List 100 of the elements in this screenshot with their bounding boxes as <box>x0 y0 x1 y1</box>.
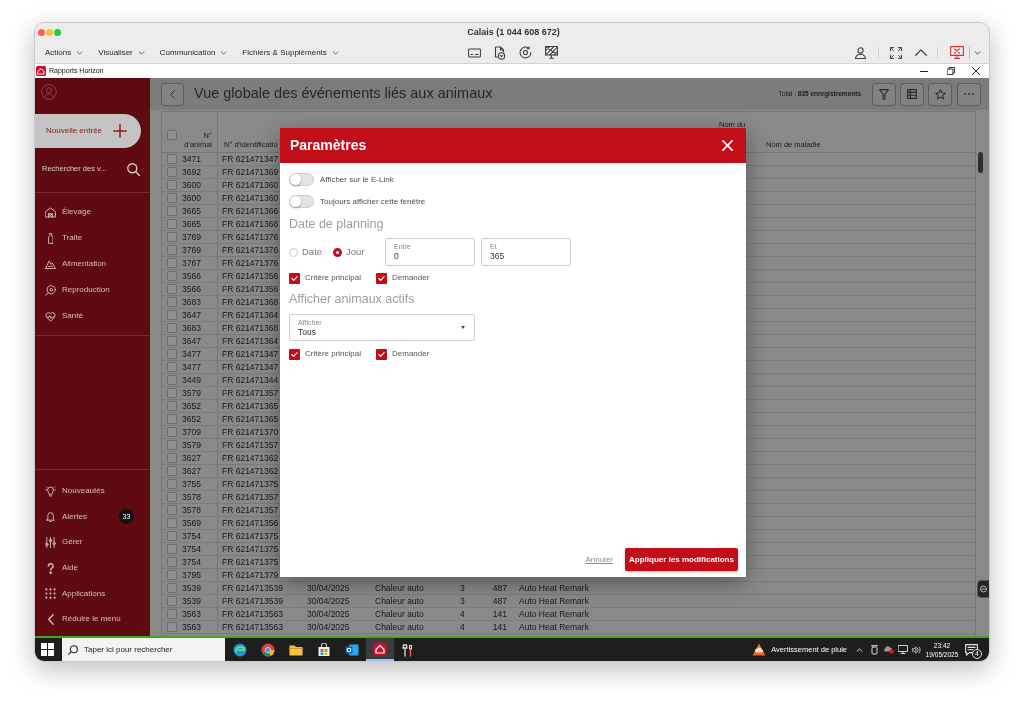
cloud-error-icon[interactable] <box>884 645 894 654</box>
table-cell: Chaleur auto <box>375 607 424 621</box>
card-icon[interactable] <box>468 47 481 58</box>
chevron-down-icon[interactable] <box>974 50 981 55</box>
checkbox[interactable] <box>289 272 300 284</box>
row-checkbox[interactable] <box>167 609 177 619</box>
row-checkbox[interactable] <box>167 362 177 372</box>
row-checkbox[interactable] <box>167 505 177 515</box>
row-checkbox[interactable] <box>167 427 177 437</box>
minimize-icon[interactable] <box>920 70 928 72</box>
monitor-icon[interactable] <box>898 645 908 654</box>
apply-button[interactable]: Appliquer les modifications <box>625 548 738 571</box>
sidebar-item[interactable]: Réduire le menu <box>35 606 150 632</box>
row-checkbox[interactable] <box>167 492 177 502</box>
row-checkbox[interactable] <box>167 219 177 229</box>
row-checkbox[interactable] <box>167 180 177 190</box>
row-checkbox[interactable] <box>167 271 177 281</box>
toggle-switch[interactable] <box>289 173 314 186</box>
row-checkbox[interactable] <box>167 440 177 450</box>
row-checkbox[interactable] <box>167 557 177 567</box>
row-checkbox[interactable] <box>167 466 177 476</box>
row-checkbox[interactable] <box>167 245 177 255</box>
row-checkbox[interactable] <box>167 583 177 593</box>
expand-icon[interactable] <box>890 46 902 59</box>
row-checkbox[interactable] <box>167 401 177 411</box>
speaker-icon[interactable] <box>912 645 921 654</box>
select-all-checkbox[interactable] <box>167 130 177 140</box>
row-checkbox[interactable] <box>167 167 177 177</box>
checkbox[interactable] <box>289 348 300 360</box>
toggle-switch[interactable] <box>289 195 314 208</box>
checkbox[interactable] <box>376 272 387 284</box>
restore-icon[interactable] <box>947 67 955 75</box>
sidebar-item[interactable]: Gérer <box>35 529 150 556</box>
chevron-up-icon[interactable] <box>915 49 927 56</box>
circular-arrow-icon[interactable] <box>519 46 532 59</box>
row-checkbox[interactable] <box>167 193 177 203</box>
device-icon[interactable] <box>871 644 878 655</box>
sidebar-item[interactable]: Applications <box>35 580 150 607</box>
window-minimize-icon[interactable] <box>46 29 53 36</box>
search-icon[interactable] <box>127 162 140 176</box>
window-close-icon[interactable] <box>38 29 45 36</box>
table-cell: Auto Heat Remark <box>519 594 589 608</box>
sidebar-item[interactable]: Traite <box>35 225 150 251</box>
sidebar-item[interactable]: Reproduction <box>35 277 150 303</box>
table-cell: FR 621471376 <box>222 256 279 270</box>
row-checkbox[interactable] <box>167 375 177 385</box>
window-zoom-icon[interactable] <box>54 29 61 36</box>
close-icon[interactable] <box>972 67 980 75</box>
row-checkbox[interactable] <box>167 453 177 463</box>
row-checkbox[interactable] <box>167 388 177 398</box>
sidebar-item[interactable]: Nouveautés <box>35 478 150 505</box>
row-checkbox[interactable] <box>167 479 177 489</box>
person-icon[interactable] <box>854 46 867 59</box>
favorite-button[interactable] <box>928 82 952 106</box>
cancel-link[interactable]: Annuler <box>585 553 613 566</box>
menu-button[interactable]: Communication <box>159 46 228 59</box>
search-field[interactable]: Taper ici pour rechercher <box>62 638 225 661</box>
row-checkbox[interactable] <box>167 570 177 580</box>
row-checkbox[interactable] <box>167 323 177 333</box>
radio-button[interactable] <box>333 247 343 257</box>
row-checkbox[interactable] <box>167 232 177 242</box>
menu-button[interactable]: Actions <box>45 46 84 59</box>
row-checkbox[interactable] <box>167 154 177 164</box>
search-input[interactable]: Taper ici pour rechercher <box>84 643 219 656</box>
new-entry-button[interactable]: Nouvelle entrée <box>35 114 141 148</box>
columns-button[interactable] <box>900 82 924 106</box>
row-checkbox[interactable] <box>167 622 177 632</box>
avatar-icon[interactable] <box>41 84 57 100</box>
row-checkbox[interactable] <box>167 531 177 541</box>
row-checkbox[interactable] <box>167 206 177 216</box>
row-checkbox[interactable] <box>167 544 177 554</box>
row-checkbox[interactable] <box>167 349 177 359</box>
sidebar-item[interactable]: Aide <box>35 555 150 581</box>
hatched-screen-icon[interactable] <box>545 46 558 59</box>
row-checkbox[interactable] <box>167 297 177 307</box>
row-checkbox[interactable] <box>167 518 177 528</box>
taskbar-app-button[interactable] <box>366 638 394 661</box>
menu-button[interactable]: Visualiser <box>98 46 145 59</box>
checkbox[interactable] <box>376 348 387 360</box>
sidebar-item[interactable]: Santé <box>35 303 150 329</box>
back-button[interactable] <box>161 82 184 106</box>
row-checkbox[interactable] <box>167 310 177 320</box>
document-sync-icon[interactable] <box>494 45 506 60</box>
scrollbar-thumb[interactable] <box>978 152 983 173</box>
sidebar-item[interactable]: Élevage <box>35 199 150 225</box>
house-logo-icon[interactable] <box>36 66 46 76</box>
filter-button[interactable] <box>872 82 896 106</box>
side-tab-icon[interactable] <box>977 580 989 598</box>
row-checkbox[interactable] <box>167 258 177 268</box>
four-squares-icon[interactable] <box>41 643 54 656</box>
monitor-x-icon[interactable] <box>950 46 964 59</box>
warning-icon[interactable] <box>752 643 767 656</box>
menu-button[interactable]: Fichiers & Suppléments <box>242 46 339 59</box>
row-checkbox[interactable] <box>167 336 177 346</box>
row-checkbox[interactable] <box>167 414 177 424</box>
more-button[interactable] <box>957 82 981 106</box>
row-checkbox[interactable] <box>167 284 177 294</box>
sidebar-item[interactable]: Alimentation <box>35 251 150 277</box>
row-checkbox[interactable] <box>167 596 177 606</box>
section-heading: Date de planning <box>289 215 384 233</box>
